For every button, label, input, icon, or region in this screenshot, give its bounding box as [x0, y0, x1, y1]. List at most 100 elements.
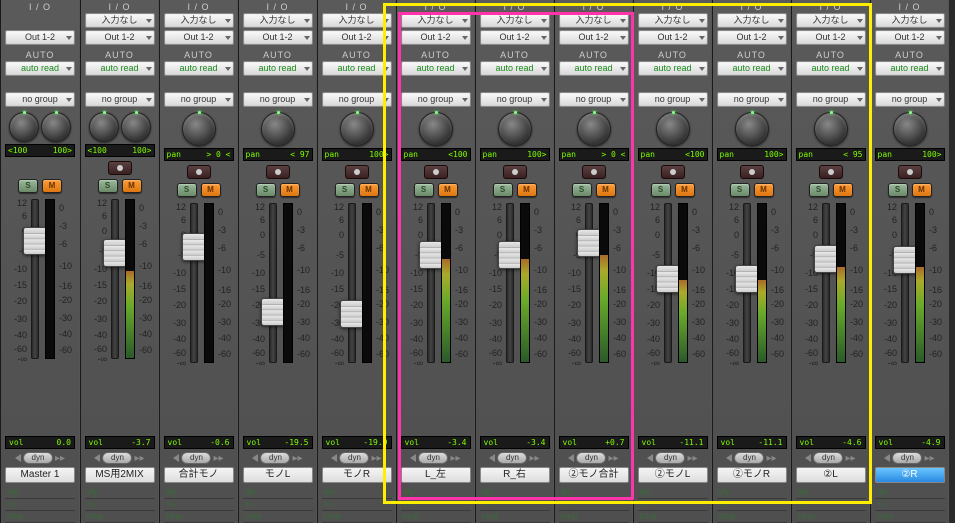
pan-knob[interactable] — [656, 112, 690, 146]
volume-readout[interactable]: vol-3.7 — [85, 436, 155, 449]
automation-mode-select[interactable]: auto read — [875, 61, 945, 76]
input-select[interactable]: 入力なし — [401, 13, 471, 28]
pan-readout[interactable]: pan> 0 < — [559, 148, 629, 161]
dyn-button[interactable]: dyn — [339, 452, 369, 464]
pan-readout[interactable]: pan<100 — [638, 148, 708, 161]
mute-button[interactable]: M — [675, 183, 695, 197]
track-name[interactable]: ②L — [796, 467, 866, 483]
volume-readout[interactable]: vol-0.6 — [164, 436, 234, 449]
pan-readout[interactable]: pan100> — [717, 148, 787, 161]
track-name[interactable]: Master 1 — [5, 467, 75, 483]
record-enable-button[interactable] — [898, 165, 922, 179]
mute-button[interactable]: M — [517, 183, 537, 197]
next-icon[interactable]: ▸▸ — [213, 453, 223, 464]
group-select[interactable]: no group — [796, 92, 866, 107]
insert-slots[interactable]: dly+/-cmp — [401, 487, 471, 523]
track-name[interactable]: ②モノL — [638, 467, 708, 483]
input-select[interactable]: 入力なし — [638, 13, 708, 28]
next-icon[interactable]: ▸▸ — [924, 453, 934, 464]
pan-knob[interactable] — [261, 112, 295, 146]
pan-knob[interactable] — [340, 112, 374, 146]
record-enable-button[interactable] — [582, 165, 606, 179]
solo-button[interactable]: S — [414, 183, 434, 197]
dyn-button[interactable]: dyn — [23, 452, 53, 464]
pan-knob-right[interactable] — [41, 112, 71, 142]
prev-icon[interactable] — [647, 454, 653, 462]
group-select[interactable]: no group — [243, 92, 313, 107]
input-select[interactable]: 入力なし — [480, 13, 550, 28]
volume-readout[interactable]: vol-4.6 — [796, 436, 866, 449]
solo-button[interactable]: S — [98, 179, 118, 193]
dyn-button[interactable]: dyn — [576, 452, 606, 464]
fader-track[interactable] — [585, 203, 593, 363]
volume-readout[interactable]: vol-19.9 — [322, 436, 392, 449]
mute-button[interactable]: M — [280, 183, 300, 197]
output-select[interactable]: Out 1-2 — [322, 30, 392, 45]
output-select[interactable]: Out 1-2 — [85, 30, 155, 45]
automation-mode-select[interactable]: auto read — [717, 61, 787, 76]
pan-knob-left[interactable] — [9, 112, 39, 142]
output-select[interactable]: Out 1-2 — [796, 30, 866, 45]
mute-button[interactable]: M — [42, 179, 62, 193]
insert-slots[interactable]: dly+/-cmp — [322, 487, 392, 523]
prev-icon[interactable] — [568, 454, 574, 462]
insert-slots[interactable]: dly+/-cmp — [164, 487, 234, 523]
fader-track[interactable] — [31, 199, 39, 359]
prev-icon[interactable] — [489, 454, 495, 462]
dyn-button[interactable]: dyn — [260, 452, 290, 464]
input-select[interactable]: 入力なし — [559, 13, 629, 28]
pan-readout[interactable]: <100100> — [5, 144, 75, 157]
solo-button[interactable]: S — [493, 183, 513, 197]
next-icon[interactable]: ▸▸ — [292, 453, 302, 464]
mute-button[interactable]: M — [122, 179, 142, 193]
fader-track[interactable] — [111, 199, 119, 359]
pan-knob[interactable] — [735, 112, 769, 146]
fader-track[interactable] — [348, 203, 356, 363]
solo-button[interactable]: S — [335, 183, 355, 197]
output-select[interactable]: Out 1-2 — [401, 30, 471, 45]
fader-cap[interactable] — [23, 227, 47, 255]
output-select[interactable]: Out 1-2 — [717, 30, 787, 45]
fader-cap[interactable] — [814, 245, 838, 273]
insert-slots[interactable]: dly+/-cmp — [796, 487, 866, 523]
record-enable-button[interactable] — [108, 161, 132, 175]
insert-slots[interactable]: dly+/-cmp — [243, 487, 313, 523]
insert-slots[interactable]: dly+/-cmp — [85, 487, 155, 523]
fader-track[interactable] — [822, 203, 830, 363]
automation-mode-select[interactable]: auto read — [480, 61, 550, 76]
pan-knob[interactable] — [419, 112, 453, 146]
mute-button[interactable]: M — [912, 183, 932, 197]
output-select[interactable]: Out 1-2 — [243, 30, 313, 45]
pan-readout[interactable]: pan< 95 — [796, 148, 866, 161]
insert-slots[interactable]: dly+/-cmp — [5, 487, 75, 523]
output-select[interactable]: Out 1-2 — [480, 30, 550, 45]
mute-button[interactable]: M — [596, 183, 616, 197]
track-name[interactable]: モノR — [322, 467, 392, 483]
pan-readout[interactable]: pan> 0 < — [164, 148, 234, 161]
fader-cap[interactable] — [656, 265, 680, 293]
fader-cap[interactable] — [261, 298, 285, 326]
fader-cap[interactable] — [419, 241, 443, 269]
input-select[interactable]: 入力なし — [875, 13, 945, 28]
next-icon[interactable]: ▸▸ — [608, 453, 618, 464]
input-select[interactable]: 入力なし — [796, 13, 866, 28]
group-select[interactable]: no group — [5, 92, 75, 107]
fader-track[interactable] — [506, 203, 514, 363]
prev-icon[interactable] — [805, 454, 811, 462]
output-select[interactable]: Out 1-2 — [875, 30, 945, 45]
insert-slots[interactable]: dly+/-cmp — [638, 487, 708, 523]
next-icon[interactable]: ▸▸ — [529, 453, 539, 464]
track-name[interactable]: 合計モノ — [164, 467, 234, 483]
input-select[interactable]: 入力なし — [717, 13, 787, 28]
input-select[interactable]: 入力なし — [322, 13, 392, 28]
record-enable-button[interactable] — [266, 165, 290, 179]
automation-mode-select[interactable]: auto read — [322, 61, 392, 76]
solo-button[interactable]: S — [888, 183, 908, 197]
output-select[interactable]: Out 1-2 — [5, 30, 75, 45]
mute-button[interactable]: M — [438, 183, 458, 197]
prev-icon[interactable] — [15, 454, 21, 462]
input-select[interactable]: 入力なし — [243, 13, 313, 28]
fader-track[interactable] — [190, 203, 198, 363]
next-icon[interactable]: ▸▸ — [845, 453, 855, 464]
track-name[interactable]: モノL — [243, 467, 313, 483]
